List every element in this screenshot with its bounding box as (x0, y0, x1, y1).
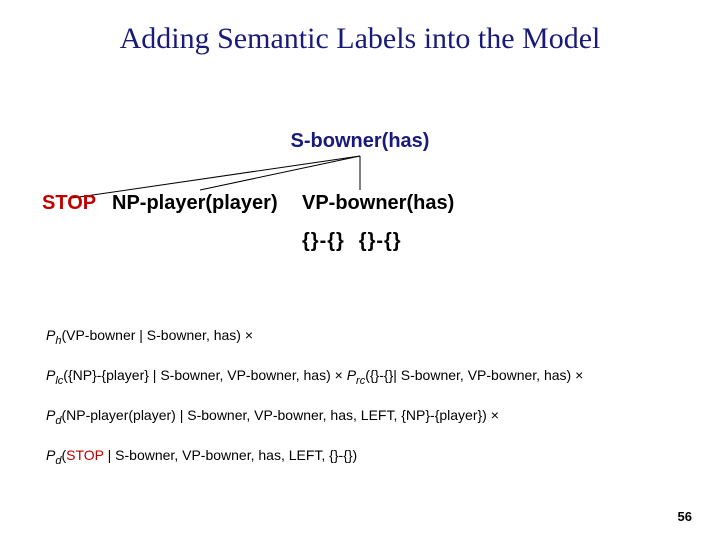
formula-block: Ph(VP-bowner | S-bowner, has) × Plc({NP}… (46, 326, 686, 486)
formula-1-body: (VP-bowner | S-bowner, has) × (61, 327, 253, 343)
p-symbol: P (46, 327, 55, 343)
slide-title: Adding Semantic Labels into the Model (0, 22, 720, 56)
formula-3-body: (NP-player(player) | S-bowner, VP-bowner… (61, 407, 498, 423)
tree-stop-label: STOP (42, 192, 96, 215)
p-symbol: P (347, 367, 356, 383)
p-symbol: P (46, 367, 55, 383)
formula-line-4: Pd(STOP | S-bowner, VP-bowner, has, LEFT… (46, 446, 686, 468)
tree-root-label: S-bowner(has) (0, 130, 720, 153)
p-sub-rc: rc (356, 375, 365, 387)
formula-line-3: Pd(NP-player(player) | S-bowner, VP-bown… (46, 406, 686, 428)
tree-np-label: NP-player(player) (112, 192, 278, 215)
braces-left: {}-{} (302, 230, 345, 252)
p-symbol: P (46, 447, 55, 463)
p-symbol: P (46, 407, 55, 423)
page-number: 56 (678, 509, 692, 524)
formula-4-rest: | S-bowner, VP-bowner, has, LEFT, {}-{}) (104, 447, 357, 463)
braces-right: {}-{} (359, 230, 402, 252)
formula-2b-body: ({}-{}| S-bowner, VP-bowner, has) × (365, 367, 583, 383)
formula-4-stop: STOP (66, 447, 104, 463)
formula-line-2: Plc({NP}-{player} | S-bowner, VP-bowner,… (46, 366, 686, 388)
formula-2a-body: ({NP}-{player} | S-bowner, VP-bowner, ha… (63, 367, 346, 383)
tree-vp-label: VP-bowner(has) (302, 192, 454, 215)
formula-line-1: Ph(VP-bowner | S-bowner, has) × (46, 326, 686, 348)
tree-braces: {}-{} {}-{} (302, 230, 402, 253)
